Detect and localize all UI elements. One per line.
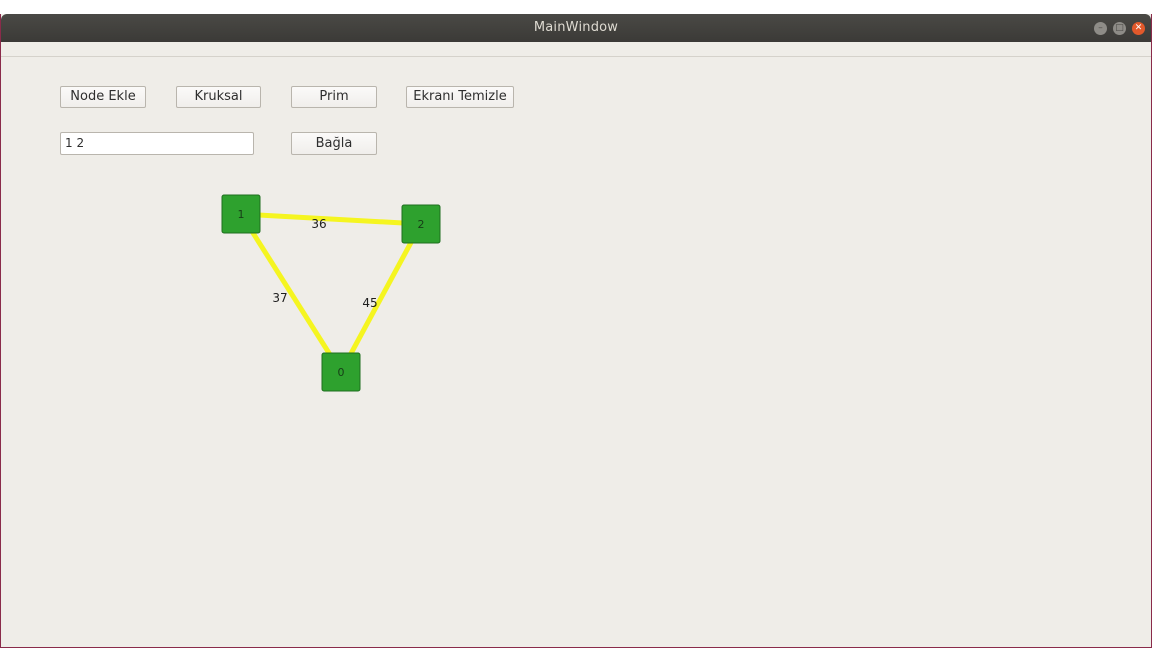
graph-node-2[interactable]: 2 xyxy=(401,204,441,244)
edge-weight-label: 45 xyxy=(362,296,377,310)
node-label: 0 xyxy=(338,366,345,379)
edge-weight-label: 37 xyxy=(272,291,287,305)
edge-1-0 xyxy=(238,212,344,374)
edge-1-2 xyxy=(240,211,422,227)
edge-weight-label: 36 xyxy=(311,217,326,231)
edge-2-0 xyxy=(338,222,424,374)
graph-node-0[interactable]: 0 xyxy=(321,352,361,392)
graph-canvas: 36 37 45 1 2 0 xyxy=(221,194,441,392)
node-label: 1 xyxy=(238,208,245,221)
main-window: MainWindow – □ ✕ Node Ekle Kruksal Prim … xyxy=(0,14,1152,648)
graph-node-1[interactable]: 1 xyxy=(221,194,261,234)
node-label: 2 xyxy=(418,218,425,231)
